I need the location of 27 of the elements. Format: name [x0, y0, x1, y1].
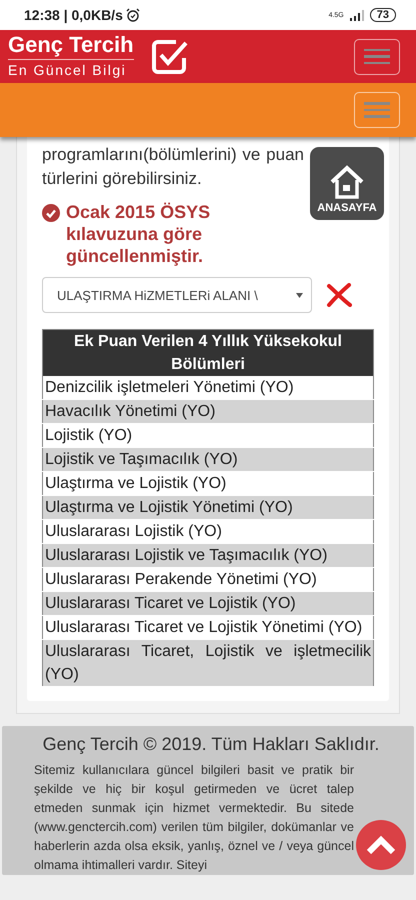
checkbox-logo-icon [150, 38, 188, 76]
battery-level: 73 [370, 8, 396, 22]
program-select[interactable]: ULAŞTIRMA HiZMETLERi ALANI \ [42, 277, 312, 313]
alarm-icon [126, 8, 140, 22]
check-circle-icon [42, 204, 60, 222]
table-title: Ek Puan Verilen 4 Yıllık Yüksekokul Bölümleri [42, 330, 374, 376]
caret-icon [296, 292, 303, 298]
menu-button[interactable] [354, 92, 400, 128]
logo-title: Genç Tercih [8, 33, 134, 60]
copyright-text: Genç Tercih © 2019. Tüm Hakları Saklıdır. [42, 734, 380, 755]
home-icon [329, 165, 365, 199]
table-cell: Ulaştırma ve Lojistik Yönetimi (YO) [42, 496, 374, 520]
chevron-up-icon [366, 834, 396, 856]
table-cell: Uluslararası Ticaret ve Lojistik (YO) [42, 592, 374, 616]
clear-icon[interactable] [326, 283, 352, 307]
disclaimer-text: Sitemiz kullanıcılara güncel bilgileri basit ve pratik bir şekilde ve hiç bir koşul getirmeden ve ücret talep etmeden sunmak için hizmet vermektedir. Bu sitede (www.genctercih.com) verilen tüm bilgiler, dokümanlar ve haberlerin azda olsa eksik, yanlış, öznel ve / veya güncel olmama ihtimalleri vardır. Siteyi [34, 762, 354, 874]
table-cell: Uluslararası Ticaret, Lojistik ve işletmecilik (YO) [42, 640, 374, 686]
logo-subtitle: En Güncel Bilgi [8, 61, 128, 80]
menu-button[interactable] [354, 38, 400, 74]
signal-icon [350, 10, 364, 20]
table-cell: Havacılık Yönetimi (YO) [42, 400, 374, 424]
table-cell: Uluslararası Lojistik ve Taşımacılık (YO) [42, 544, 374, 568]
status-time: 12:38 | 0,0KB/s [24, 7, 123, 23]
update-notice: Ocak 2015 ÖSYS kılavuzuna göre güncellenmiştir. [66, 201, 212, 267]
home-button[interactable]: ANASAYFA [310, 147, 384, 220]
table-cell: Lojistik ve Taşımacılık (YO) [42, 448, 374, 472]
intro-text: programlarını(bölümlerini) ve puan türlerini görebilirsiniz. [42, 144, 304, 190]
